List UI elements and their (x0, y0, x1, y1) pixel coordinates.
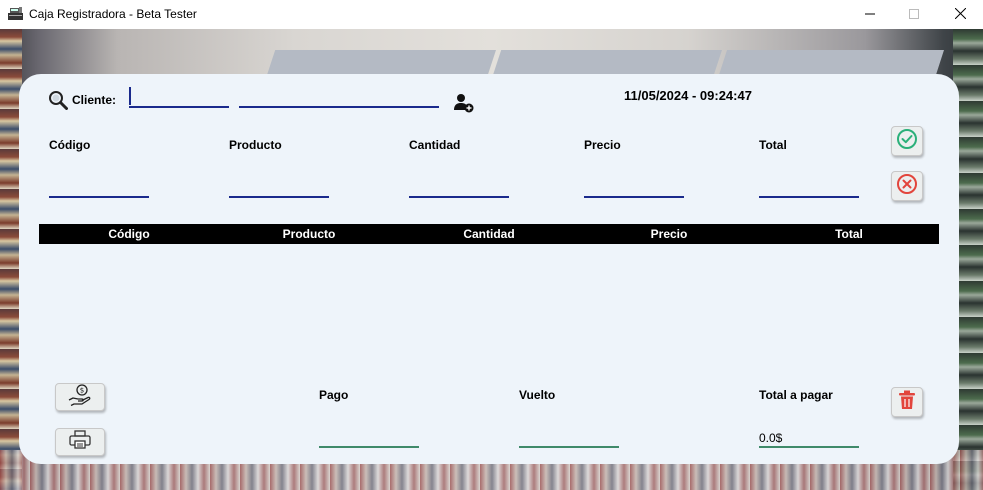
precio-underline (584, 196, 684, 198)
datetime-display: 11/05/2024 - 09:24:47 (624, 88, 752, 103)
client-name-input[interactable] (239, 88, 439, 108)
vuelto-underline (519, 446, 619, 448)
codigo-label: Código (49, 138, 91, 152)
close-icon (954, 6, 966, 24)
client-id-underline (129, 106, 229, 108)
minimize-button[interactable] (847, 0, 893, 29)
producto-label: Producto (229, 138, 282, 152)
text-cursor (129, 87, 131, 105)
x-circle-icon (896, 173, 918, 200)
printer-icon (69, 429, 91, 455)
svg-text:$: $ (80, 386, 84, 394)
close-button[interactable] (937, 0, 983, 29)
cantidad-label: Cantidad (409, 138, 461, 152)
confirm-button[interactable] (891, 126, 923, 156)
maximize-button[interactable] (891, 0, 937, 29)
items-table-header: Código Producto Cantidad Precio Total (39, 224, 939, 244)
precio-input[interactable] (584, 178, 684, 198)
total-input[interactable] (759, 178, 859, 198)
total-a-pagar-label: Total a pagar (759, 388, 833, 402)
column-header-cantidad[interactable]: Cantidad (439, 227, 539, 241)
maximize-icon (909, 6, 919, 24)
cantidad-underline (409, 196, 509, 198)
vuelto-label: Vuelto (519, 388, 556, 402)
codigo-underline (49, 196, 149, 198)
window-title: Caja Registradora - Beta Tester (29, 7, 197, 21)
producto-underline (229, 196, 329, 198)
column-header-codigo[interactable]: Código (79, 227, 179, 241)
trash-icon (897, 389, 917, 416)
cantidad-input[interactable] (409, 178, 509, 198)
total-a-pagar-value: 0.0$ (759, 431, 783, 445)
print-button[interactable] (55, 428, 105, 456)
pago-underline (319, 446, 419, 448)
total-label: Total (759, 138, 787, 152)
column-header-precio[interactable]: Precio (619, 227, 719, 241)
minimize-icon (865, 6, 875, 24)
client-name-underline (239, 106, 439, 108)
search-icon[interactable] (48, 90, 68, 115)
column-header-total[interactable]: Total (799, 227, 899, 241)
total-a-pagar-underline (759, 446, 859, 448)
title-bar: Caja Registradora - Beta Tester (0, 0, 983, 29)
producto-input[interactable] (229, 178, 329, 198)
add-user-icon[interactable] (454, 93, 474, 118)
client-label: Cliente: (72, 93, 117, 107)
column-header-producto[interactable]: Producto (259, 227, 359, 241)
pay-button[interactable]: $ (55, 383, 105, 411)
delete-button[interactable] (891, 387, 923, 417)
pago-input[interactable] (319, 428, 419, 448)
vuelto-input (519, 428, 619, 448)
cash-register-icon (7, 6, 24, 21)
codigo-input[interactable] (49, 178, 149, 198)
items-table-body[interactable] (39, 244, 939, 374)
check-circle-icon (896, 128, 918, 155)
cancel-button[interactable] (891, 171, 923, 201)
client-id-input[interactable] (129, 87, 229, 108)
hand-money-icon: $ (68, 383, 92, 411)
total-underline (759, 196, 859, 198)
pago-label: Pago (319, 388, 349, 402)
precio-label: Precio (584, 138, 621, 152)
main-panel: Cliente: 11/05/2024 - 09:24:47 Código Pr… (19, 74, 959, 464)
